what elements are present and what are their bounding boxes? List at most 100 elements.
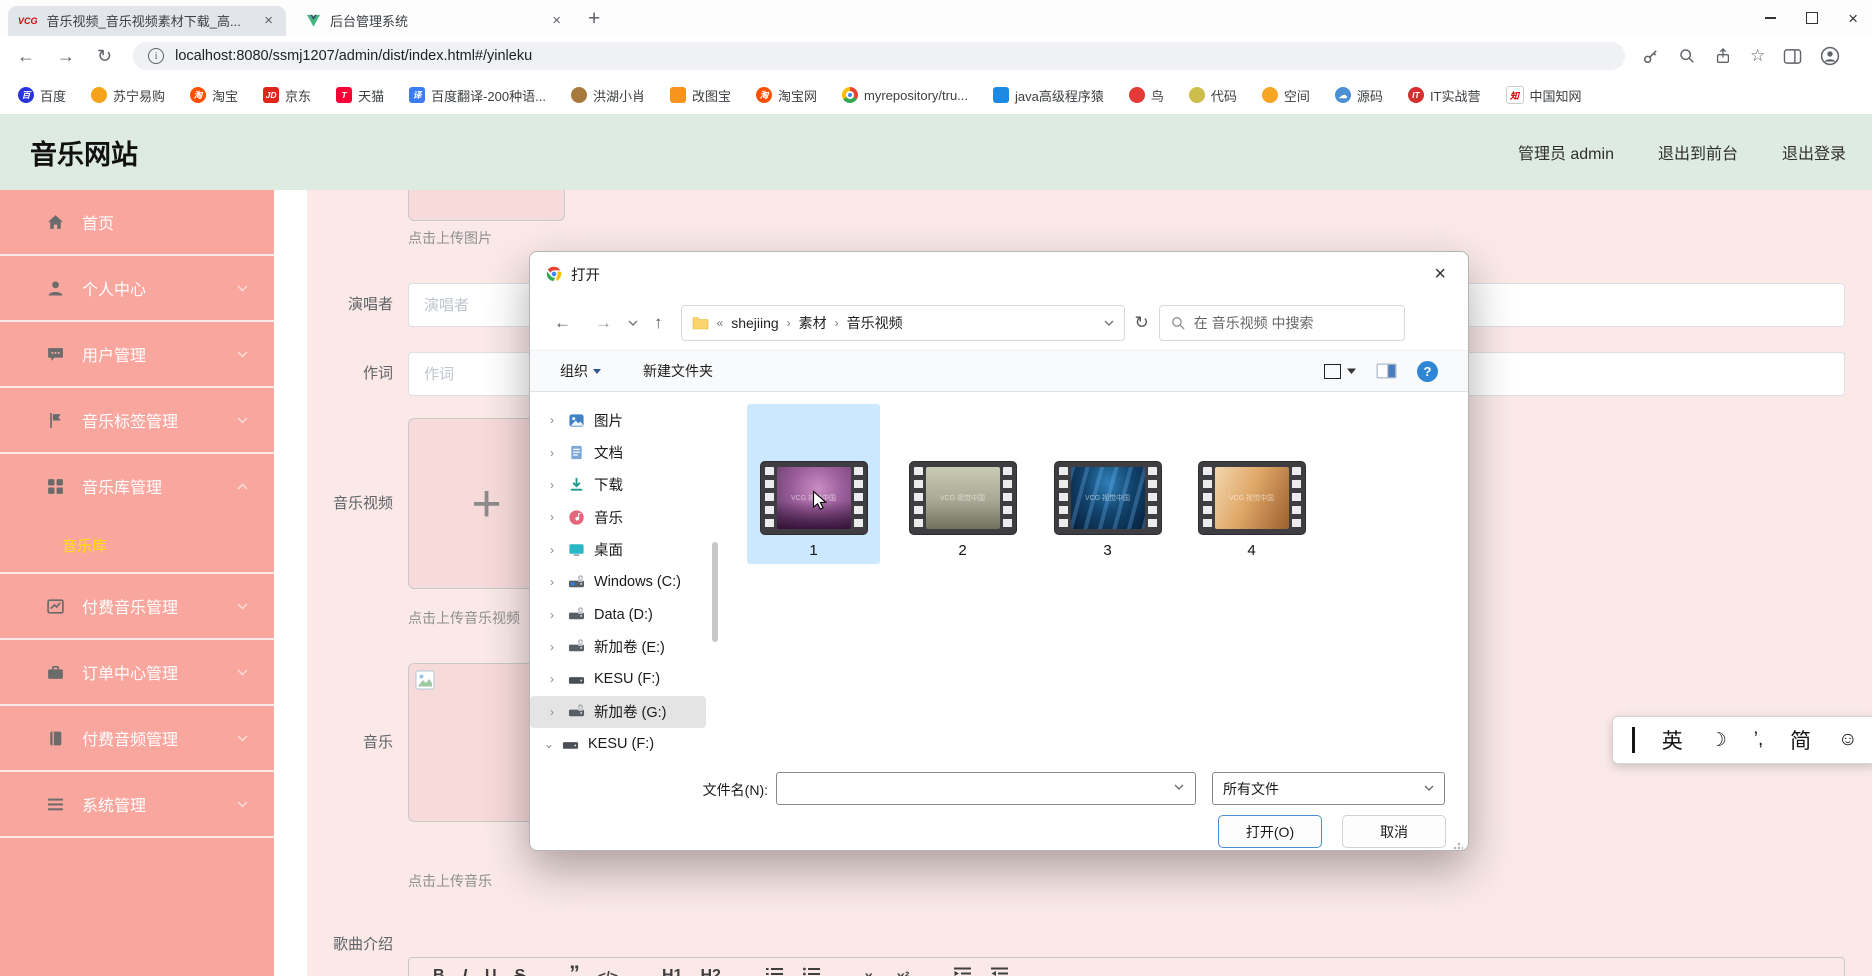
expand-chevron-icon[interactable]: › bbox=[550, 575, 559, 589]
tree-item-documents[interactable]: › 文档 bbox=[530, 436, 720, 468]
blockquote-button[interactable]: ” bbox=[569, 966, 580, 976]
sidebar-item-music-library-management[interactable]: 音乐库管理 bbox=[0, 454, 274, 518]
image-upload-box[interactable] bbox=[408, 190, 565, 221]
file-item-3[interactable]: VCG 视觉中国 3 bbox=[1041, 404, 1174, 564]
superscript-button[interactable]: x² bbox=[897, 966, 909, 976]
bookmark-item[interactable]: JD京东 bbox=[263, 86, 311, 105]
bookmark-item[interactable]: 知中国知网 bbox=[1506, 86, 1582, 105]
smiley-icon[interactable]: ☺ bbox=[1838, 729, 1857, 751]
strike-button[interactable]: S bbox=[515, 966, 526, 976]
expand-chevron-icon[interactable]: › bbox=[550, 672, 559, 686]
address-dropdown-chevron-icon[interactable] bbox=[1104, 320, 1114, 327]
nav-back-icon[interactable]: ← bbox=[542, 313, 583, 333]
preview-pane-button[interactable] bbox=[1376, 363, 1397, 379]
resize-grip[interactable] bbox=[1453, 840, 1463, 850]
maximize-icon[interactable] bbox=[1806, 12, 1818, 24]
bookmark-item[interactable]: 淘淘宝 bbox=[190, 86, 238, 105]
open-button[interactable]: 打开(O) bbox=[1218, 815, 1322, 848]
tree-item-pictures[interactable]: › 图片 bbox=[530, 404, 720, 436]
bookmark-item[interactable]: 改图宝 bbox=[670, 86, 731, 105]
forward-icon[interactable]: → bbox=[46, 46, 86, 67]
tree-item-drive-e[interactable]: › 新加卷 (E:) bbox=[530, 631, 720, 663]
dialog-close-icon[interactable]: × bbox=[1428, 263, 1452, 286]
file-item-4[interactable]: VCG 视觉中国 4 bbox=[1185, 404, 1318, 564]
logout-link[interactable]: 退出登录 bbox=[1782, 140, 1846, 164]
ime-simplified-toggle[interactable]: 简 bbox=[1790, 725, 1811, 755]
tree-scrollbar[interactable] bbox=[712, 542, 718, 642]
bookmark-item[interactable]: T天猫 bbox=[336, 86, 384, 105]
minimize-icon[interactable] bbox=[1765, 17, 1776, 19]
ordered-list-button[interactable] bbox=[765, 966, 784, 976]
tree-item-drive-f[interactable]: › KESU (F:) bbox=[530, 663, 720, 695]
dialog-search-box[interactable]: 在 音乐视频 中搜索 bbox=[1159, 305, 1405, 341]
tree-item-drive-g-selected[interactable]: › 新加卷 (G:) bbox=[530, 696, 706, 728]
breadcrumb-shejiing[interactable]: shejiing bbox=[731, 315, 778, 331]
profile-avatar-icon[interactable] bbox=[1820, 46, 1840, 66]
expand-chevron-icon[interactable]: › bbox=[550, 608, 559, 622]
sidebar-subitem-music-library[interactable]: 音乐库 bbox=[0, 518, 274, 574]
site-info-icon[interactable]: i bbox=[148, 48, 164, 64]
sidebar-item-system-management[interactable]: 系统管理 bbox=[0, 772, 274, 838]
sidebar-item-personal-center[interactable]: 个人中心 bbox=[0, 256, 274, 322]
expand-chevron-icon[interactable]: › bbox=[550, 705, 559, 719]
sidebar-item-music-tag-management[interactable]: 音乐标签管理 bbox=[0, 388, 274, 454]
reload-icon[interactable]: ↻ bbox=[86, 46, 123, 67]
bookmark-item[interactable]: java高级程序猿 bbox=[993, 86, 1104, 105]
outdent-button[interactable] bbox=[953, 966, 972, 976]
code-button[interactable]: </> bbox=[598, 966, 618, 976]
organize-button[interactable]: 组织 bbox=[560, 361, 588, 381]
bookmark-item[interactable]: 鸟 bbox=[1129, 86, 1164, 105]
file-item-2[interactable]: VCG 视觉中国 2 bbox=[896, 404, 1029, 564]
browser-tab-vcg[interactable]: VCG 音乐视频_音乐视频素材下载_高... × bbox=[8, 6, 286, 36]
breadcrumb-sucai[interactable]: 素材 bbox=[799, 313, 827, 333]
tree-item-drive-c[interactable]: › Windows (C:) bbox=[530, 566, 720, 598]
expand-chevron-icon[interactable]: › bbox=[550, 640, 559, 654]
bookmark-item[interactable]: ITIT实战营 bbox=[1408, 86, 1481, 105]
tree-item-music[interactable]: › 音乐 bbox=[530, 501, 720, 533]
tab-close-icon[interactable]: × bbox=[261, 12, 276, 29]
collapse-chevron-icon[interactable]: ⌄ bbox=[544, 737, 553, 751]
bookmark-item[interactable]: 代码 bbox=[1189, 86, 1237, 105]
tree-item-desktop[interactable]: › 桌面 bbox=[530, 534, 720, 566]
sidebar-item-user-management[interactable]: 用户管理 bbox=[0, 322, 274, 388]
dialog-address-bar[interactable]: « shejiing › 素材 › 音乐视频 bbox=[681, 305, 1125, 341]
file-item-1-selected[interactable]: VCG 视觉中国 1 bbox=[747, 404, 880, 564]
indent-button[interactable] bbox=[990, 966, 1009, 976]
new-folder-button[interactable]: 新建文件夹 bbox=[643, 361, 713, 381]
bookmark-item[interactable]: myrepository/tru... bbox=[842, 87, 968, 103]
breadcrumb-music-video[interactable]: 音乐视频 bbox=[847, 313, 903, 333]
tree-item-drive-f2[interactable]: ⌄ KESU (F:) bbox=[530, 728, 720, 760]
sidebar-item-paid-music-management[interactable]: 付费音乐管理 bbox=[0, 574, 274, 640]
tree-item-downloads[interactable]: › 下载 bbox=[530, 469, 720, 501]
bookmark-item[interactable]: 百百度 bbox=[18, 86, 66, 105]
bookmark-item[interactable]: 译百度翻译-200种语... bbox=[409, 86, 546, 105]
zoom-icon[interactable] bbox=[1678, 47, 1696, 65]
side-panel-icon[interactable] bbox=[1783, 48, 1802, 65]
italic-button[interactable]: I bbox=[463, 966, 467, 976]
filename-dropdown-chevron-icon[interactable] bbox=[1174, 784, 1184, 791]
bold-button[interactable]: B bbox=[433, 966, 445, 976]
window-close-icon[interactable]: × bbox=[1848, 10, 1858, 27]
bookmark-item[interactable]: 空间 bbox=[1262, 86, 1310, 105]
bookmark-item[interactable]: 淘淘宝网 bbox=[756, 86, 817, 105]
help-icon[interactable]: ? bbox=[1417, 361, 1438, 382]
refresh-icon[interactable]: ↻ bbox=[1125, 313, 1159, 333]
expand-chevron-icon[interactable]: › bbox=[550, 478, 559, 492]
dialog-titlebar[interactable]: 打开 × bbox=[530, 252, 1468, 296]
expand-chevron-icon[interactable]: › bbox=[550, 446, 559, 460]
nav-forward-icon[interactable]: → bbox=[583, 313, 624, 333]
subscript-button[interactable]: x₂ bbox=[865, 966, 879, 976]
sidebar-item-home[interactable]: 首页 bbox=[0, 190, 274, 256]
header2-button[interactable]: H2 bbox=[700, 966, 720, 976]
sidebar-item-order-center-management[interactable]: 订单中心管理 bbox=[0, 640, 274, 706]
recent-locations-chevron-icon[interactable] bbox=[628, 320, 638, 327]
bookmark-item[interactable]: ☁源码 bbox=[1335, 86, 1383, 105]
share-icon[interactable] bbox=[1714, 47, 1732, 65]
expand-chevron-icon[interactable]: › bbox=[550, 543, 559, 557]
ime-language-toggle[interactable]: 英 bbox=[1662, 725, 1683, 755]
filetype-select[interactable]: 所有文件 bbox=[1212, 772, 1445, 805]
expand-chevron-icon[interactable]: › bbox=[550, 510, 559, 524]
back-icon[interactable]: ← bbox=[6, 46, 46, 67]
address-bar[interactable]: i localhost:8080/ssmj1207/admin/dist/ind… bbox=[133, 42, 1625, 70]
new-tab-button[interactable]: + bbox=[588, 8, 600, 29]
